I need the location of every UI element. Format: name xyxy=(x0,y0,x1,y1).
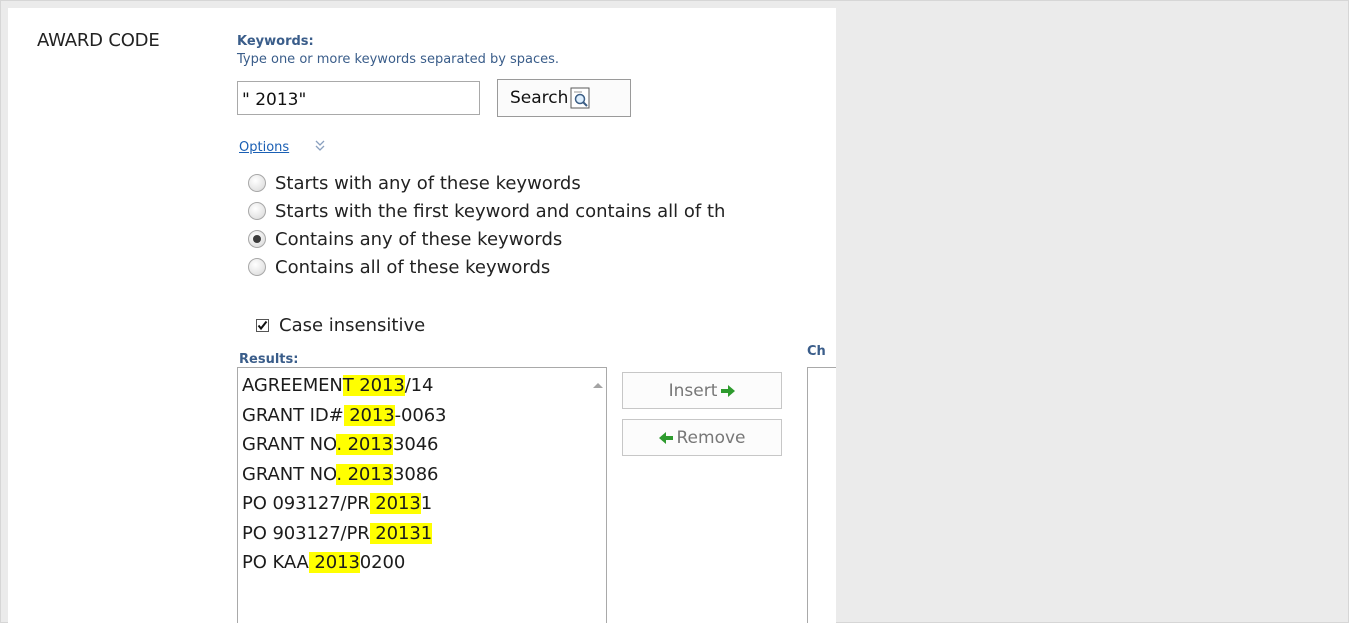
keywords-help-text: Type one or more keywords separated by s… xyxy=(237,52,560,67)
options-link[interactable]: Options xyxy=(239,140,289,155)
result-item[interactable]: AGREEMENT 2013/14 xyxy=(242,372,446,402)
radio-contains-any[interactable]: Contains any of these keywords xyxy=(248,226,562,252)
case-insensitive-checkbox[interactable] xyxy=(256,319,269,332)
checkmark-icon xyxy=(257,320,268,331)
result-text: PO 903127/PR xyxy=(242,522,370,544)
radio-button-selected[interactable] xyxy=(248,230,266,248)
insert-button[interactable]: Insert xyxy=(622,372,782,409)
results-listbox[interactable]: AGREEMENT 2013/14 GRANT ID# 2013-0063 GR… xyxy=(237,367,607,623)
result-text: PO KAA xyxy=(242,552,309,573)
radio-button[interactable] xyxy=(248,202,266,220)
result-text: GRANT NO xyxy=(242,463,337,485)
match-highlight: T 2013 xyxy=(342,375,405,396)
result-item[interactable]: GRANT ID# 2013-0063 xyxy=(242,402,447,432)
case-insensitive-option[interactable]: Case insensitive xyxy=(256,315,425,336)
match-highlight: 2013 xyxy=(369,493,421,514)
double-chevron-down-icon[interactable] xyxy=(314,139,326,153)
result-item[interactable]: PO 903127/PR 20131 xyxy=(242,520,446,550)
search-button-label: Search xyxy=(510,88,569,108)
chosen-label: Ch xyxy=(807,344,826,359)
radio-button[interactable] xyxy=(248,258,266,276)
arrow-left-icon xyxy=(658,431,673,444)
result-text: -0063 xyxy=(394,404,447,426)
result-text: 3086 xyxy=(392,463,439,485)
result-text: /14 xyxy=(404,375,434,396)
scroll-up-arrow-icon[interactable] xyxy=(593,383,603,388)
radio-starts-with-first-contains-all[interactable]: Starts with the first keyword and contai… xyxy=(248,198,725,224)
result-item[interactable]: GRANT NO. 20133046 xyxy=(242,431,446,461)
search-button[interactable]: Search xyxy=(497,79,631,117)
award-code-panel: AWARD CODE Keywords: Type one or more ke… xyxy=(8,8,836,623)
result-item[interactable]: GRANT NO. 20133086 xyxy=(242,461,446,491)
radio-starts-with-any[interactable]: Starts with any of these keywords xyxy=(248,170,581,196)
remove-button-label: Remove xyxy=(676,427,746,448)
result-item[interactable]: PO KAA 20130200 xyxy=(242,549,446,579)
radio-button[interactable] xyxy=(248,174,266,192)
results-list: AGREEMENT 2013/14 GRANT ID# 2013-0063 GR… xyxy=(242,372,447,579)
result-text: AGREEMEN xyxy=(242,375,343,396)
result-item[interactable]: PO 093127/PR 20131 xyxy=(242,490,446,520)
match-highlight: 2013 xyxy=(343,404,395,426)
result-text: 3046 xyxy=(392,434,439,455)
radio-label: Starts with the first keyword and contai… xyxy=(275,200,726,222)
chosen-listbox[interactable] xyxy=(807,367,836,623)
radio-label: Contains any of these keywords xyxy=(275,228,563,250)
radio-label: Contains all of these keywords xyxy=(275,256,551,278)
results-scrollbar[interactable] xyxy=(589,368,606,623)
case-insensitive-label: Case insensitive xyxy=(279,315,426,336)
result-text: 0200 xyxy=(359,552,406,573)
keywords-label: Keywords: xyxy=(237,34,314,49)
field-label: AWARD CODE xyxy=(37,30,160,51)
match-highlight: 2013 xyxy=(308,552,360,573)
arrow-right-icon xyxy=(721,384,736,397)
result-text: GRANT ID# xyxy=(242,404,344,426)
remove-button[interactable]: Remove xyxy=(622,419,782,456)
result-text: GRANT NO xyxy=(242,434,337,455)
keywords-input[interactable]: " 2013" xyxy=(237,81,480,115)
results-label: Results: xyxy=(239,352,299,367)
radio-label: Starts with any of these keywords xyxy=(275,172,581,194)
magnifier-icon xyxy=(570,87,590,109)
result-text: PO 093127/PR xyxy=(242,493,370,514)
result-text: 1 xyxy=(420,493,433,514)
radio-contains-all[interactable]: Contains all of these keywords xyxy=(248,254,550,280)
match-highlight: . 2013 xyxy=(336,434,393,455)
match-highlight: . 2013 xyxy=(336,463,393,485)
match-highlight: 20131 xyxy=(369,522,433,544)
insert-button-label: Insert xyxy=(668,380,718,401)
